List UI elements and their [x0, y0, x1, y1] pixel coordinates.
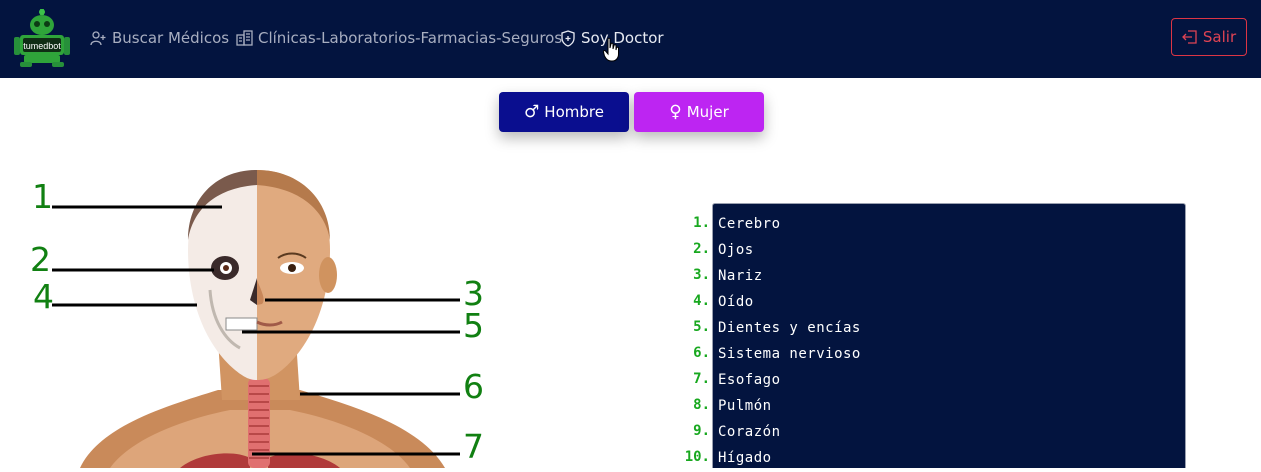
- organ-number: 9.: [693, 423, 710, 439]
- organ-number: 2.: [693, 241, 710, 257]
- anatomy-label-4: 4: [33, 277, 54, 316]
- anatomy-label-2: 2: [30, 240, 51, 279]
- organ-item-higado[interactable]: Hígado: [718, 445, 772, 471]
- female-button[interactable]: ♀ Mujer: [634, 92, 764, 132]
- anatomy-label-7: 7: [463, 427, 484, 466]
- nav-buscar-medicos[interactable]: Buscar Médicos: [90, 28, 229, 48]
- male-label: Hombre: [544, 103, 604, 121]
- shield-plus-icon: [561, 29, 575, 47]
- organ-number: 1.: [693, 215, 710, 231]
- top-navbar: tumedbot Buscar Médicos Clínicas-Laborat…: [0, 0, 1261, 78]
- nav-soy-doctor-label: Soy Doctor: [581, 29, 664, 47]
- organ-item-corazon[interactable]: Corazón: [718, 419, 781, 445]
- organ-item-sistema-nervioso[interactable]: Sistema nervioso: [718, 341, 861, 367]
- male-button[interactable]: ♂ Hombre: [499, 92, 629, 132]
- organ-item-esofago[interactable]: Esofago: [718, 367, 781, 393]
- organ-number: 5.: [693, 319, 710, 335]
- building-icon: [236, 30, 253, 46]
- organ-item-pulmon[interactable]: Pulmón: [718, 393, 772, 419]
- female-symbol-icon: ♀: [669, 102, 682, 122]
- female-label: Mujer: [686, 103, 729, 121]
- organ-list-panel: Cerebro Ojos Nariz Oído Dientes y encías…: [712, 203, 1186, 468]
- organ-item-oido[interactable]: Oído: [718, 289, 754, 315]
- organ-item-cerebro[interactable]: Cerebro: [718, 211, 781, 237]
- nav-clinicas[interactable]: Clínicas-Laboratorios-Farmacias-Seguros: [236, 28, 562, 48]
- organ-item-nariz[interactable]: Nariz: [718, 263, 763, 289]
- hand-cursor-icon: [602, 37, 619, 66]
- svg-text:tumedbot: tumedbot: [23, 41, 61, 51]
- organ-number: 3.: [693, 267, 710, 283]
- anatomy-label-1: 1: [32, 177, 53, 216]
- organ-number: 8.: [693, 397, 710, 413]
- sign-out-icon: [1181, 30, 1197, 44]
- user-plus-icon: [90, 30, 106, 45]
- nav-buscar-label: Buscar Médicos: [112, 29, 230, 47]
- tumedbot-logo[interactable]: tumedbot: [14, 9, 70, 67]
- organ-item-dientes[interactable]: Dientes y encías: [718, 315, 861, 341]
- logout-label: Salir: [1202, 28, 1237, 46]
- organ-number: 7.: [693, 371, 710, 387]
- organ-number: 10.: [684, 449, 710, 465]
- organ-item-ojos[interactable]: Ojos: [718, 237, 754, 263]
- anatomy-illustration: 1 2 4 3 5 6 7: [0, 160, 520, 468]
- organ-number: 4.: [693, 293, 710, 309]
- human-body-figure: [52, 170, 460, 468]
- anatomy-label-5: 5: [463, 306, 484, 345]
- logout-button[interactable]: Salir: [1171, 18, 1247, 56]
- anatomy-label-6: 6: [463, 367, 484, 406]
- nav-clinicas-label: Clínicas-Laboratorios-Farmacias-Seguros: [258, 29, 563, 47]
- male-symbol-icon: ♂: [524, 102, 540, 122]
- organ-number: 6.: [693, 345, 710, 361]
